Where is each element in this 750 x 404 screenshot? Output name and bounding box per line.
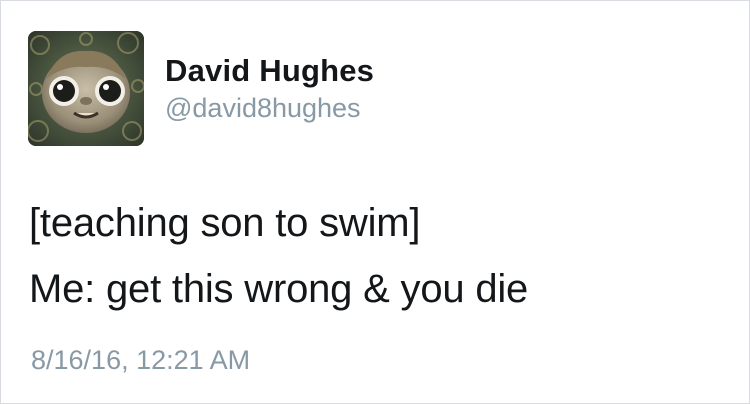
avatar-image xyxy=(28,31,144,146)
author-name[interactable]: David Hughes xyxy=(165,53,374,89)
tweet-text-line: [teaching son to swim] xyxy=(29,201,421,245)
tweet-timestamp[interactable]: 8/16/16, 12:21 AM xyxy=(31,345,250,376)
author-handle[interactable]: @david8hughes xyxy=(165,93,361,124)
author-avatar[interactable] xyxy=(28,31,144,146)
tweet-text-line: Me: get this wrong & you die xyxy=(29,267,529,311)
tweet-card: David Hughes @david8hughes [teaching son… xyxy=(0,0,750,404)
